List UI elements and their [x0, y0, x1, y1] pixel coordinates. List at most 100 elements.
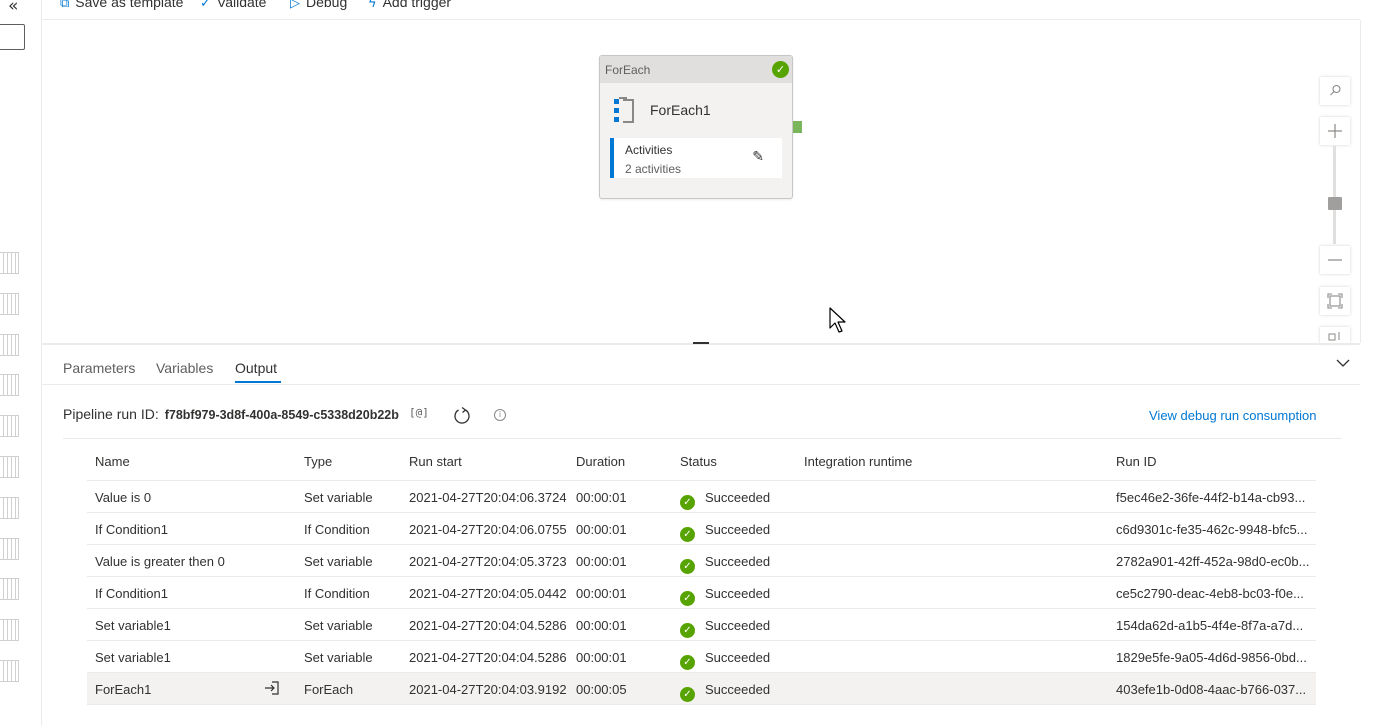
tab-output[interactable]: Output — [235, 360, 277, 376]
auto-align-button[interactable] — [1320, 327, 1350, 343]
activity-name: Value is greater then 0 — [95, 554, 225, 569]
status-text: Succeeded — [705, 586, 771, 601]
debug-label: Debug — [306, 0, 348, 10]
status: ✓ Succeeded — [680, 682, 800, 702]
table-row[interactable]: If Condition1 If Condition 2021-04-27T20… — [87, 513, 1316, 545]
activities-count: 2 activities — [625, 162, 682, 176]
fit-to-screen-button[interactable] — [1320, 287, 1350, 315]
activity-name: Set variable1 — [95, 618, 171, 633]
foreach-activity-node[interactable]: ForEach ✓ ForEach1 Activities 2 activiti… — [599, 55, 793, 199]
activities-panel[interactable]: Activities 2 activities ✎ — [610, 138, 782, 178]
output-port[interactable] — [793, 121, 802, 133]
table-row[interactable]: Value is greater then 0 Set variable 202… — [87, 545, 1316, 577]
activity-name: Value is 0 — [95, 490, 152, 505]
activity-run-id: 1829e5fe-9a05-4d6d-9856-0bd... — [1116, 650, 1307, 665]
double-chevron-left-icon[interactable]: « — [8, 0, 18, 16]
duration: 00:00:01 — [576, 650, 627, 665]
column-header-integration-runtime[interactable]: Integration runtime — [804, 454, 1104, 469]
status-text: Succeeded — [705, 490, 771, 505]
grip-handle[interactable] — [0, 455, 19, 478]
activity-name: If Condition1 — [95, 586, 168, 601]
run-start: 2021-04-27T20:04:06.3724 — [409, 490, 567, 505]
grip-handle[interactable] — [0, 496, 19, 519]
table-row[interactable]: Value is 0 Set variable 2021-04-27T20:04… — [87, 481, 1316, 513]
column-header-status[interactable]: Status — [680, 454, 800, 469]
rail-panel-toggle[interactable] — [0, 24, 25, 50]
column-header-type[interactable]: Type — [304, 454, 404, 469]
node-type-label: ForEach — [605, 63, 651, 77]
column-header-duration[interactable]: Duration — [576, 454, 676, 469]
left-rail: « — [0, 0, 42, 726]
activity-type: Set variable — [304, 650, 373, 665]
grip-handle[interactable] — [0, 659, 19, 682]
grip-handle[interactable] — [0, 333, 19, 356]
grip-handle[interactable] — [0, 252, 19, 274]
table-row[interactable]: ForEach1 ForEach 2021-04-27T20:04:03.919… — [87, 673, 1316, 705]
grip-handle[interactable] — [0, 292, 19, 315]
column-header-run-start[interactable]: Run start — [409, 454, 574, 469]
status: ✓ Succeeded — [680, 490, 800, 510]
grip-handle[interactable] — [0, 374, 19, 397]
zoom-slider-thumb[interactable] — [1328, 197, 1342, 210]
info-icon[interactable]: i — [494, 409, 506, 421]
table-header-row: Name Type Run start Duration Status Inte… — [87, 442, 1316, 481]
goto-activity-icon[interactable] — [264, 680, 280, 696]
debug-button[interactable]: ▷ Debug — [290, 0, 347, 11]
grip-handle[interactable] — [0, 415, 19, 438]
table-row[interactable]: Set variable1 Set variable 2021-04-27T20… — [87, 609, 1316, 641]
refresh-icon[interactable] — [452, 406, 472, 426]
status: ✓ Succeeded — [680, 586, 800, 606]
zoom-out-button[interactable] — [1320, 246, 1350, 274]
activity-run-id: 154da62d-a1b5-4f4e-8f7a-a7d... — [1116, 618, 1304, 633]
status-text: Succeeded — [705, 618, 771, 633]
pipeline-run-bar: Pipeline run ID: f78bf979-3d8f-400a-8549-… — [63, 406, 399, 422]
node-name: ForEach1 — [650, 102, 711, 118]
success-check-icon: ✓ — [680, 495, 695, 510]
activity-run-id: 403efe1b-0d08-4aac-b766-037... — [1116, 682, 1307, 697]
activity-type: Set variable — [304, 490, 373, 505]
validate-button[interactable]: ✓ Validate — [200, 0, 266, 11]
status-text: Succeeded — [705, 522, 771, 537]
activity-type: Set variable — [304, 554, 373, 569]
add-trigger-button[interactable]: ϟ Add trigger — [368, 0, 451, 11]
active-tab-indicator — [235, 381, 281, 383]
duration: 00:00:01 — [576, 554, 627, 569]
save-as-template-label: Save as template — [75, 0, 184, 10]
node-body: ForEach1 — [600, 83, 792, 137]
foreach-icon — [614, 97, 636, 125]
checkmark-icon: ✓ — [200, 0, 211, 11]
view-debug-run-consumption-link[interactable]: View debug run consumption — [1149, 408, 1316, 423]
activity-run-id: f5ec46e2-36fe-44f2-b14a-cb93... — [1116, 490, 1306, 505]
copy-icon[interactable]: [@] — [409, 406, 429, 419]
activities-label: Activities — [625, 143, 673, 157]
play-icon: ▷ — [290, 0, 300, 11]
table-row[interactable]: If Condition1 If Condition 2021-04-27T20… — [87, 577, 1316, 609]
grip-handle[interactable] — [0, 537, 19, 560]
success-check-icon: ✓ — [680, 687, 695, 702]
pencil-icon[interactable]: ✎ — [752, 149, 764, 165]
zoom-in-button[interactable] — [1320, 117, 1350, 145]
status-text: Succeeded — [705, 682, 771, 697]
column-header-name[interactable]: Name — [95, 454, 295, 469]
tab-parameters[interactable]: Parameters — [63, 360, 135, 376]
column-header-run-id[interactable]: Run ID — [1116, 454, 1311, 469]
status-text: Succeeded — [705, 650, 771, 665]
chevron-down-icon[interactable] — [1336, 356, 1350, 370]
run-start: 2021-04-27T20:04:04.5286 — [409, 618, 567, 633]
search-canvas-button[interactable] — [1320, 77, 1350, 105]
zoom-slider-track[interactable] — [1333, 146, 1336, 244]
search-icon — [1330, 84, 1341, 96]
bottom-panel-tabs: Parameters Variables Output — [42, 345, 1360, 385]
activity-run-id: c6d9301c-fe35-462c-9948-bfc5... — [1116, 522, 1308, 537]
table-row[interactable]: Set variable1 Set variable 2021-04-27T20… — [87, 641, 1316, 673]
splitter-handle[interactable] — [693, 342, 709, 344]
save-as-template-button[interactable]: ⧉ Save as template — [60, 0, 183, 11]
grip-handle[interactable] — [0, 619, 19, 642]
run-start: 2021-04-27T20:04:06.0755 — [409, 522, 567, 537]
run-start: 2021-04-27T20:04:04.5286 — [409, 650, 567, 665]
node-header: ForEach ✓ — [600, 56, 792, 83]
duration: 00:00:01 — [576, 618, 627, 633]
tab-variables[interactable]: Variables — [156, 360, 213, 376]
grip-handle[interactable] — [0, 578, 19, 601]
activity-type: Set variable — [304, 618, 373, 633]
